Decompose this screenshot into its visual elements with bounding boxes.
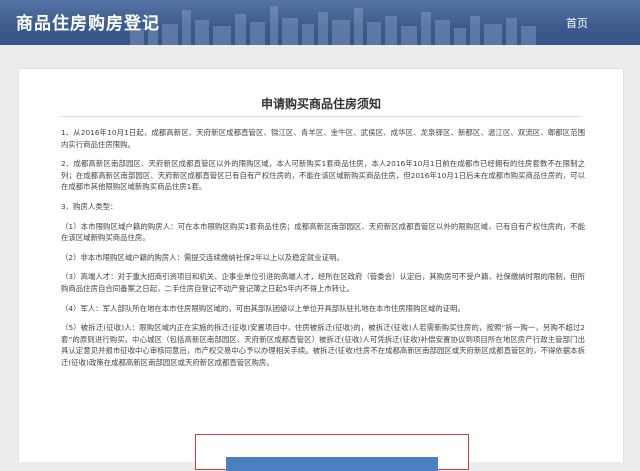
buyer-type-2: （2）非本市限购区域户籍的购房人：需提交连续缴纳社保2年以上以及稳定就业证明。 [61,252,344,262]
notice-title: 申请购买商品住房须知 [260,97,381,111]
home-link[interactable]: 首页 [566,15,588,31]
notice-paragraph-3: 3、购房人类型： [61,201,118,211]
site-title: 商品住房购房登记 [16,14,160,34]
title-divider [61,116,581,117]
city-skyline-decoration [130,6,536,45]
site-header: 商品住房购房登记 首页 [0,0,640,45]
notice-paragraph-1: 1、从2016年10月1日起，成都高新区、天府新区成都直管区、锦江区、青羊区、金… [61,128,585,149]
buyer-type-5: （5）被拆迁(征收)人：限购区域内正在实施的拆迁(征收)安置项目中，住房被拆迁(… [61,323,585,367]
highlight-box [195,434,469,471]
notice-content: 1、从2016年10月1日起，成都高新区、天府新区成都直管区、锦江区、青羊区、金… [61,127,585,377]
buyer-type-4: （4）军人：军人部队所在地在本市住房限购区域的，可由其部队团级以上单位开具部队驻… [61,303,465,313]
notice-paragraph-2: 2、成都高新区南部园区、天府新区成都直管区以外的限购区域，本人可新购买1套商品住… [61,159,585,192]
notice-panel: 申请购买商品住房须知 1、从2016年10月1日起，成都高新区、天府新区成都直管… [18,68,624,471]
buyer-type-3: （3）高端人才：对于重大招商引资项目和机关、企事业单位引进的高端人才，经所在区政… [61,272,585,293]
agree-button[interactable] [226,457,438,471]
buyer-type-1: （1）本市限购区域户籍的购房人：可在本市限购区购买1套商品住房；成都高新区南部园… [61,221,585,243]
